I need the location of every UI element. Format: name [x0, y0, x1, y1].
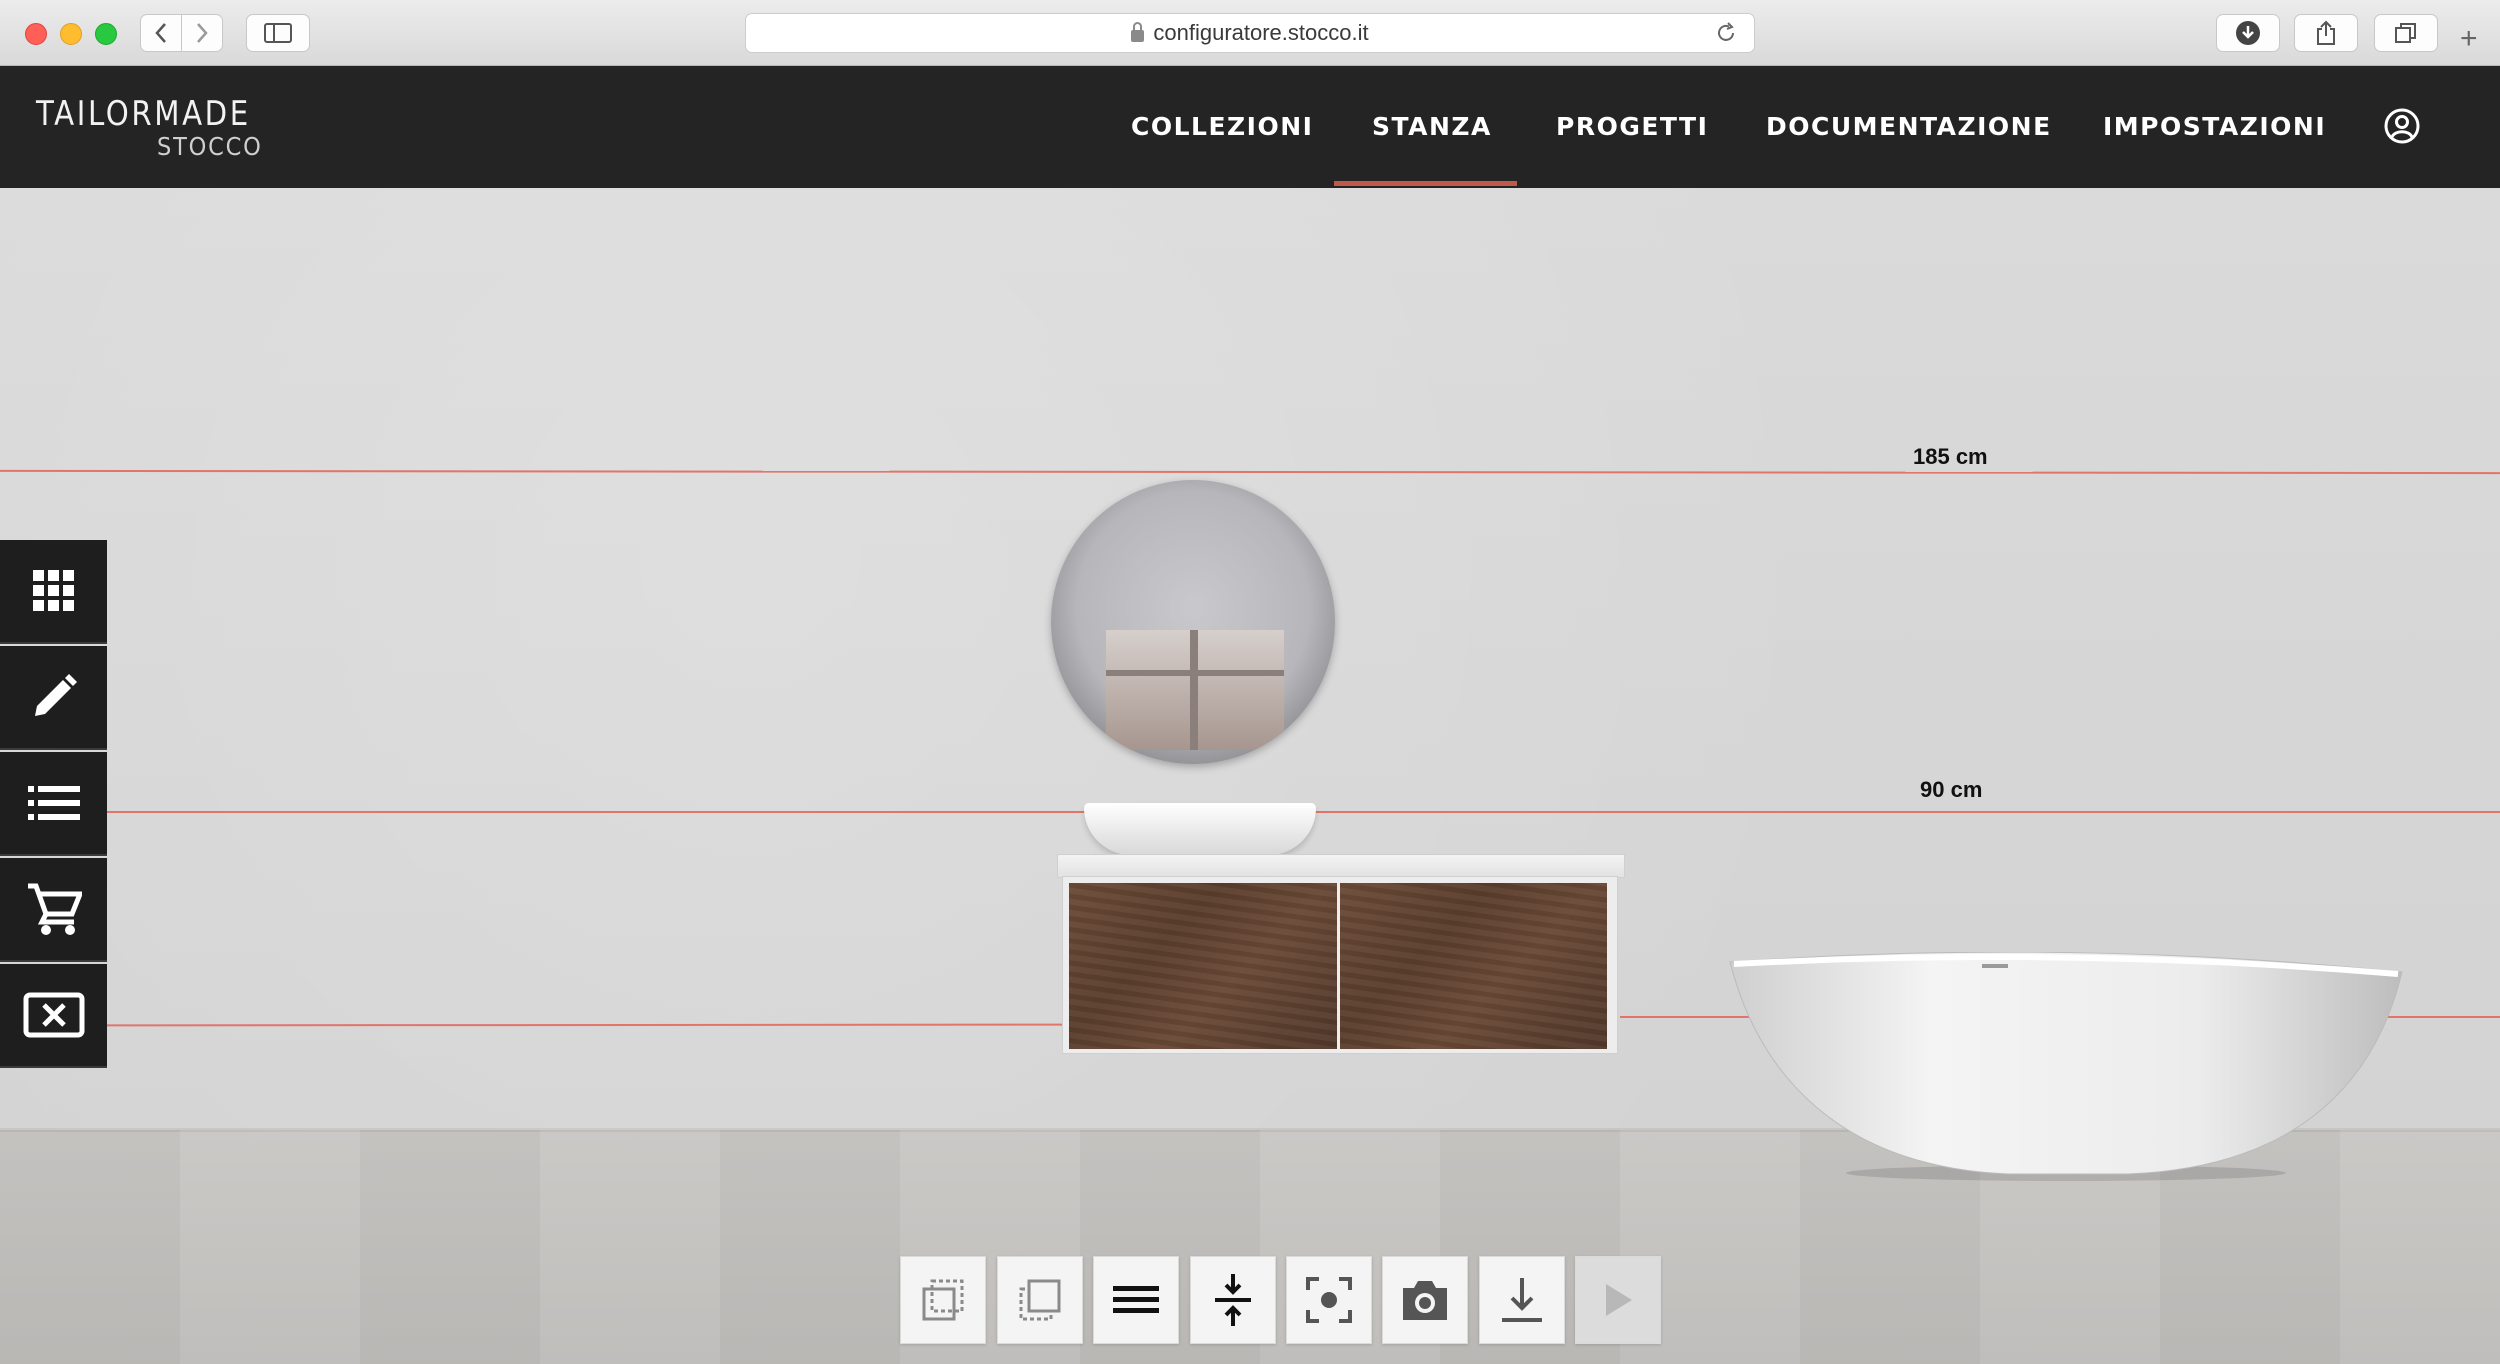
- chevron-right-icon: [197, 23, 208, 43]
- select-back-icon: [922, 1279, 964, 1321]
- logo-tailormade[interactable]: TAILORMADE: [36, 94, 251, 134]
- sidebar-icon: [264, 23, 292, 43]
- focus-button[interactable]: [1286, 1256, 1372, 1344]
- nav-documentazione[interactable]: DOCUMENTAZIONE: [1766, 112, 2052, 141]
- reload-icon[interactable]: [1714, 21, 1738, 45]
- vanity-top[interactable]: [1057, 854, 1625, 878]
- window-close-button[interactable]: [25, 23, 47, 45]
- play-icon: [1606, 1284, 1632, 1316]
- focus-icon: [1306, 1277, 1352, 1323]
- download-button[interactable]: [1479, 1256, 1565, 1344]
- close-box-icon: [23, 992, 84, 1038]
- bring-to-front-button[interactable]: [997, 1256, 1083, 1344]
- camera-icon: [1403, 1281, 1447, 1320]
- address-bar[interactable]: configuratore.stocco.it: [745, 13, 1755, 53]
- freestanding-bathtub[interactable]: [1728, 952, 2404, 1182]
- screenshot-button[interactable]: [1382, 1256, 1468, 1344]
- nav-impostazioni[interactable]: IMPOSTAZIONI: [2103, 112, 2326, 141]
- share-button[interactable]: [2294, 14, 2358, 52]
- sidebar-toggle-button[interactable]: [246, 14, 310, 52]
- logo-stocco: STOCCO: [157, 132, 263, 161]
- share-icon: [2317, 20, 2335, 45]
- dimension-label-90: 90 cm: [1920, 777, 1983, 802]
- window-zoom-button[interactable]: [95, 23, 117, 45]
- pencil-icon: [34, 674, 77, 716]
- download-circle-icon: [2236, 21, 2260, 45]
- send-to-back-button[interactable]: [900, 1256, 986, 1344]
- wall-cabinet[interactable]: [1062, 876, 1618, 1054]
- select-front-icon: [1019, 1279, 1061, 1321]
- cart-button[interactable]: [0, 858, 107, 962]
- room-viewport[interactable]: 185 cm 90 cm: [0, 188, 2500, 1364]
- list-icon: [27, 786, 80, 820]
- round-mirror[interactable]: [1051, 480, 1335, 764]
- lock-icon: [1131, 22, 1145, 42]
- list-button[interactable]: [0, 752, 107, 856]
- play-button[interactable]: [1575, 1256, 1661, 1344]
- app-header: TAILORMADE STOCCO COLLEZIONI STANZA PROG…: [0, 66, 2500, 188]
- forward-button[interactable]: [181, 14, 223, 52]
- window-minimize-button[interactable]: [60, 23, 82, 45]
- downloads-button[interactable]: [2216, 14, 2280, 52]
- cabinet-drawer-right: [1340, 883, 1607, 1049]
- nav-active-indicator: [1334, 181, 1517, 186]
- nav-stanza[interactable]: STANZA: [1372, 112, 1492, 141]
- edit-button[interactable]: [0, 646, 107, 750]
- back-button[interactable]: [140, 14, 182, 52]
- browser-toolbar: configuratore.stocco.it +: [0, 0, 2500, 66]
- cabinet-drawer-left: [1069, 883, 1337, 1049]
- nav-progetti[interactable]: PROGETTI: [1556, 112, 1708, 141]
- mirror-reflection: [1106, 630, 1284, 750]
- catalog-button[interactable]: [0, 540, 107, 644]
- align-compress-icon: [1215, 1274, 1251, 1326]
- tab-overview-button[interactable]: [2374, 14, 2438, 52]
- vessel-basin[interactable]: [1084, 803, 1316, 855]
- align-button[interactable]: [1190, 1256, 1276, 1344]
- dimension-label-185: 185 cm: [1913, 444, 1988, 469]
- download-icon: [1502, 1278, 1542, 1322]
- url-text: configuratore.stocco.it: [1153, 20, 1369, 45]
- menu-button[interactable]: [1093, 1256, 1179, 1344]
- new-tab-button[interactable]: +: [2460, 24, 2478, 54]
- tabs-icon: [2395, 23, 2416, 43]
- chevron-left-icon: [155, 23, 166, 43]
- menu-lines-icon: [1113, 1286, 1159, 1313]
- cart-icon: [27, 883, 82, 935]
- clear-scene-button[interactable]: [0, 964, 107, 1068]
- grid-icon: [32, 570, 74, 611]
- nav-collezioni[interactable]: COLLEZIONI: [1131, 112, 1313, 141]
- user-circle-icon[interactable]: [2383, 107, 2421, 145]
